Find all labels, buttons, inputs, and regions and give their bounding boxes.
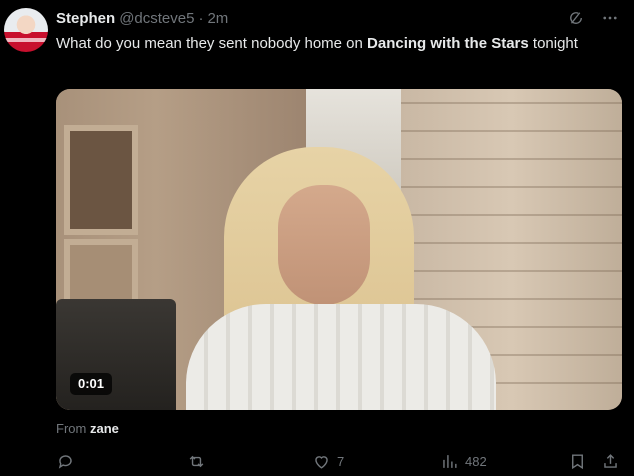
- like-button[interactable]: 7: [312, 452, 344, 471]
- avatar[interactable]: [4, 8, 48, 52]
- separator: ·: [198, 9, 204, 27]
- media-source: From zane: [56, 421, 119, 436]
- share-button[interactable]: [601, 452, 620, 471]
- bookmark-icon: [572, 454, 583, 470]
- video-player[interactable]: 0:01: [56, 89, 622, 410]
- from-prefix: From: [56, 421, 87, 436]
- reply-button[interactable]: [56, 452, 81, 471]
- views-button[interactable]: 482: [440, 452, 487, 471]
- bookmark-button[interactable]: [568, 452, 587, 471]
- retweet-button[interactable]: [187, 452, 212, 471]
- grok-icon[interactable]: [566, 8, 586, 28]
- heart-icon: [315, 456, 328, 469]
- tweet-header: Stephen @dcsteve5 · 2m: [56, 8, 228, 28]
- more-icon[interactable]: [600, 8, 620, 28]
- like-count: 7: [337, 454, 345, 469]
- views-count: 482: [465, 454, 487, 469]
- retweet-icon: [189, 455, 204, 468]
- tweet-text: What do you mean they sent nobody home o…: [56, 33, 616, 55]
- share-icon: [604, 454, 617, 468]
- views-icon: [443, 455, 457, 468]
- video-timestamp: 0:01: [70, 373, 113, 395]
- tweet-text-part: tonight: [528, 35, 578, 52]
- timestamp[interactable]: 2m: [207, 10, 228, 27]
- author-handle[interactable]: @dcsteve5: [119, 10, 194, 27]
- reply-icon: [58, 455, 72, 469]
- tweet-text-part: What do you mean they sent nobody home o…: [56, 35, 368, 52]
- author-name[interactable]: Stephen: [56, 10, 115, 27]
- action-bar: 7 482: [56, 452, 622, 474]
- from-source-link[interactable]: zane: [90, 421, 119, 436]
- tweet-text-bold: Dancing with the Stars: [367, 35, 529, 52]
